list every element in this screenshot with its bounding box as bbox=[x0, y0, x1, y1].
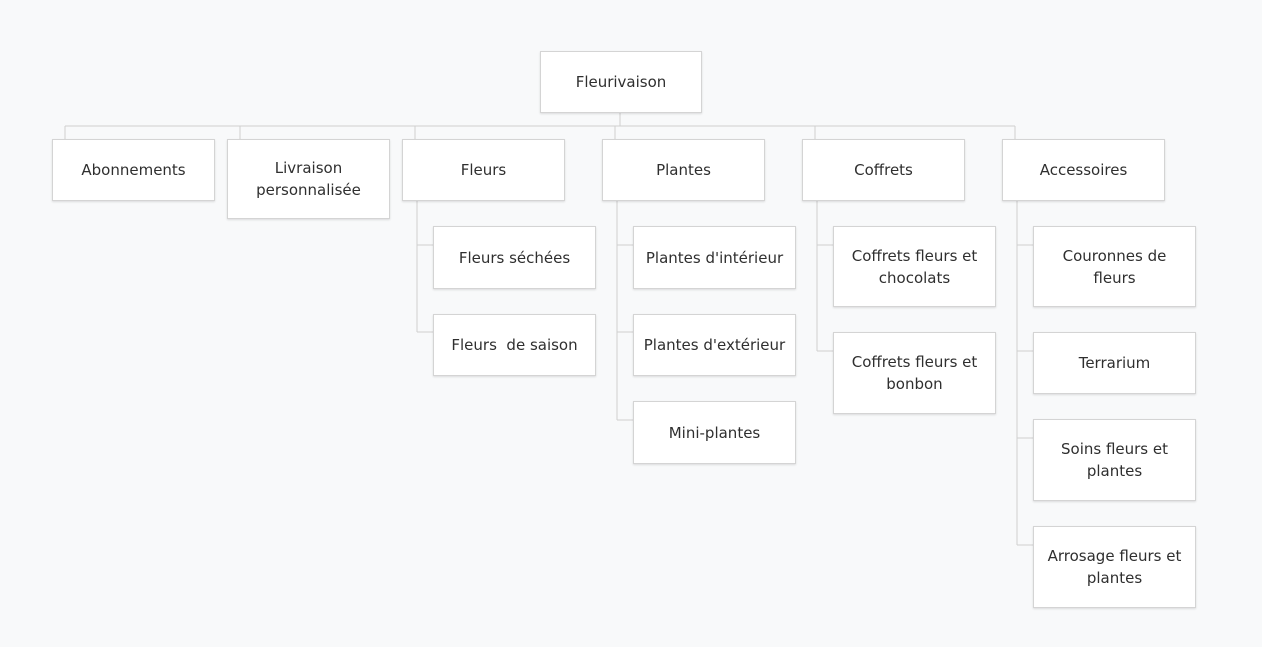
page-mini-plantes[interactable]: Mini-plantes bbox=[633, 401, 796, 464]
page-coffrets-fleurs-chocolats[interactable]: Coffrets fleurs et chocolats bbox=[833, 226, 996, 307]
page-fleurs-sechees[interactable]: Fleurs séchées bbox=[433, 226, 596, 289]
page-couronnes-de-fleurs[interactable]: Couronnes de fleurs bbox=[1033, 226, 1196, 307]
root-node[interactable]: Fleurivaison bbox=[540, 51, 702, 113]
page-terrarium[interactable]: Terrarium bbox=[1033, 332, 1196, 394]
page-arrosage-fleurs-plantes[interactable]: Arrosage fleurs et plantes bbox=[1033, 526, 1196, 608]
section-coffrets[interactable]: Coffrets bbox=[802, 139, 965, 201]
section-accessoires[interactable]: Accessoires bbox=[1002, 139, 1165, 201]
section-abonnements[interactable]: Abonnements bbox=[52, 139, 215, 201]
section-livraison-personnalisee[interactable]: Livraison personnalisée bbox=[227, 139, 390, 219]
page-fleurs-de-saison[interactable]: Fleurs de saison bbox=[433, 314, 596, 376]
page-soins-fleurs-plantes[interactable]: Soins fleurs et plantes bbox=[1033, 419, 1196, 501]
page-plantes-exterieur[interactable]: Plantes d'extérieur bbox=[633, 314, 796, 376]
page-coffrets-fleurs-bonbon[interactable]: Coffrets fleurs et bonbon bbox=[833, 332, 996, 414]
section-fleurs[interactable]: Fleurs bbox=[402, 139, 565, 201]
page-plantes-interieur[interactable]: Plantes d'intérieur bbox=[633, 226, 796, 289]
section-plantes[interactable]: Plantes bbox=[602, 139, 765, 201]
